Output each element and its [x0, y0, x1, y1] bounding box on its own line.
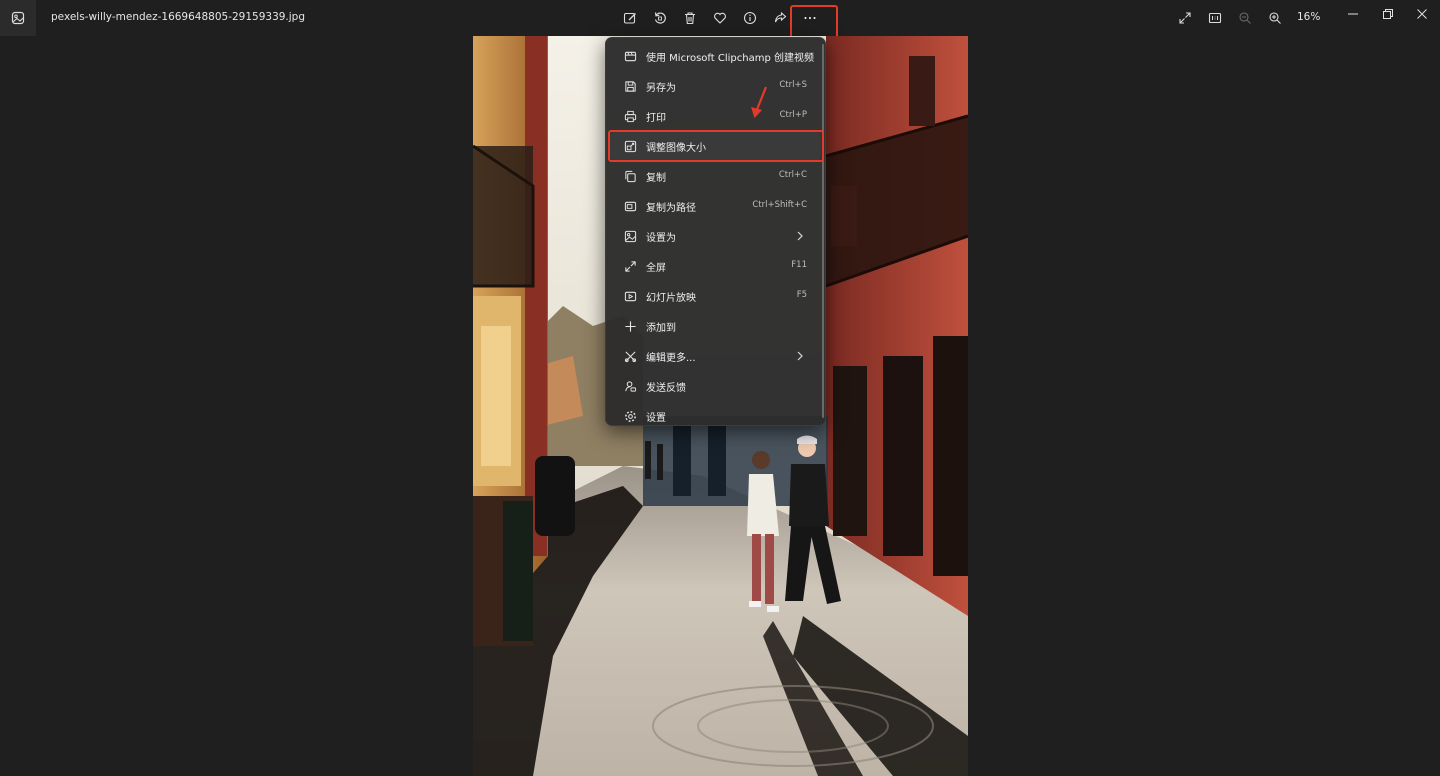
restore-icon	[1383, 9, 1393, 19]
trash-icon	[685, 12, 695, 25]
menu-item-save-as[interactable]: 另存为 Ctrl+S	[610, 72, 821, 100]
copy-icon	[623, 169, 637, 183]
menu-scrollbar[interactable]	[822, 44, 824, 418]
info-button[interactable]	[737, 6, 763, 30]
zoom-out-icon	[1239, 12, 1251, 24]
zoom-level[interactable]: 16%	[1297, 11, 1320, 23]
menu-item-fullscreen[interactable]: 全屏 F11	[610, 252, 821, 280]
more-options-menu: 使用 Microsoft Clipchamp 创建视频 另存为 Ctrl+S 打…	[605, 37, 826, 426]
menu-label: 全屏	[646, 263, 666, 274]
chevron-right-icon	[797, 351, 803, 361]
menu-item-send-feedback[interactable]: 发送反馈	[610, 372, 821, 400]
menu-item-print[interactable]: 打印 Ctrl+P	[610, 102, 821, 130]
fullscreen-icon	[623, 259, 637, 273]
delete-button[interactable]	[677, 6, 703, 30]
menu-shortcut: F11	[791, 260, 807, 270]
edit-image-icon	[623, 12, 636, 24]
menu-label: 复制	[646, 173, 666, 184]
menu-shortcut: F5	[796, 290, 807, 300]
menu-label: 复制为路径	[646, 203, 696, 214]
favorite-button[interactable]	[707, 6, 733, 30]
menu-shortcut: Ctrl+P	[779, 110, 807, 120]
menu-label: 调整图像大小	[646, 143, 706, 154]
feedback-icon	[623, 379, 637, 393]
actual-size-button[interactable]	[1202, 6, 1228, 30]
settings-icon	[623, 409, 637, 423]
edit-more-icon	[623, 349, 637, 363]
plus-icon	[623, 319, 637, 333]
fullscreen-button[interactable]	[1172, 6, 1198, 30]
menu-shortcut: Ctrl+S	[779, 80, 807, 90]
clipchamp-icon	[623, 49, 637, 63]
annotation-arrow-icon	[751, 86, 768, 118]
edit-image-button[interactable]	[617, 6, 643, 30]
rotate-button[interactable]	[647, 6, 673, 30]
menu-shortcut: Ctrl+C	[778, 170, 807, 180]
menu-label: 编辑更多...	[646, 353, 696, 364]
expand-icon	[1179, 12, 1191, 24]
close-button[interactable]	[1405, 0, 1439, 28]
rotate-icon	[654, 12, 666, 24]
menu-label: 添加到	[646, 323, 676, 334]
zoom-out-button[interactable]	[1232, 6, 1258, 30]
menu-item-copy-as-path[interactable]: 复制为路径 Ctrl+Shift+C	[610, 192, 821, 220]
menu-item-set-as[interactable]: 设置为	[610, 222, 821, 250]
menu-item-add-to[interactable]: 添加到	[610, 312, 821, 340]
slideshow-icon	[623, 289, 637, 303]
menu-item-clipchamp[interactable]: 使用 Microsoft Clipchamp 创建视频	[610, 42, 821, 70]
close-icon	[1417, 9, 1427, 19]
menu-item-copy[interactable]: 复制 Ctrl+C	[610, 162, 821, 190]
actual-size-icon	[1208, 12, 1222, 24]
share-icon	[774, 11, 787, 23]
see-more-button[interactable]	[797, 6, 823, 30]
chevron-right-icon	[797, 231, 803, 241]
menu-item-resize-image[interactable]: 调整图像大小	[610, 132, 821, 160]
file-name-title: pexels-willy-mendez-1669648805-29159339.…	[51, 11, 306, 23]
menu-label: 设置	[646, 413, 666, 424]
menu-label: 打印	[646, 113, 666, 124]
heart-icon	[714, 12, 726, 24]
menu-item-edit-more[interactable]: 编辑更多...	[610, 342, 821, 370]
copy-path-icon	[623, 199, 637, 213]
save-icon	[623, 79, 637, 93]
menu-label: 发送反馈	[646, 383, 686, 394]
title-bar: pexels-willy-mendez-1669648805-29159339.…	[0, 0, 1440, 44]
menu-label: 幻灯片放映	[646, 293, 696, 304]
menu-item-settings[interactable]: 设置	[610, 402, 821, 430]
resize-icon	[623, 139, 637, 153]
info-icon	[743, 11, 757, 25]
menu-label: 使用 Microsoft Clipchamp 创建视频	[646, 53, 814, 64]
restore-button[interactable]	[1371, 0, 1405, 28]
more-icon	[804, 17, 816, 19]
menu-label: 设置为	[646, 233, 676, 244]
zoom-in-icon	[1269, 12, 1281, 24]
menu-label: 另存为	[646, 83, 676, 94]
menu-shortcut: Ctrl+Shift+C	[752, 200, 807, 210]
zoom-in-button[interactable]	[1262, 6, 1288, 30]
set-as-icon	[623, 229, 637, 243]
menu-item-slideshow[interactable]: 幻灯片放映 F5	[610, 282, 821, 310]
minimize-button[interactable]	[1336, 0, 1370, 28]
share-button[interactable]	[767, 6, 793, 30]
minimize-icon	[1348, 13, 1358, 15]
photos-app-icon[interactable]	[0, 0, 36, 36]
print-icon	[623, 109, 637, 123]
